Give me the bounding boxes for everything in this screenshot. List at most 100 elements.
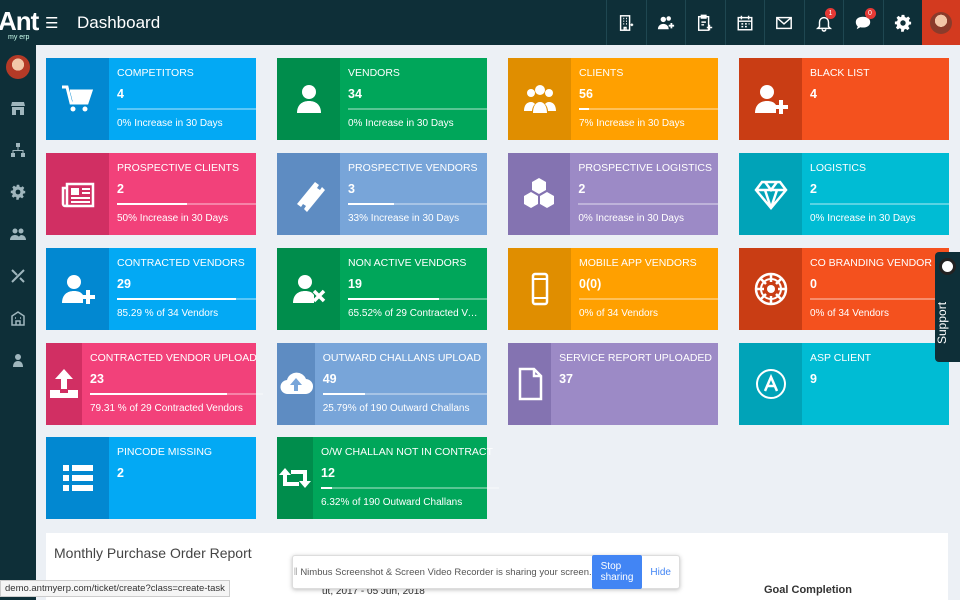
tile-body: OUTWARD CHALLANS UPLOAD 49 25.79% of 190 O… [315, 343, 487, 425]
stat-tile-contracted-vendors[interactable]: CONTRACTED VENDORS 29 85.29 % of 34 Vendor… [46, 248, 256, 330]
tile-description: 7% Increase in 30 Days [579, 118, 685, 129]
user-plus-icon [46, 248, 109, 330]
file-icon [508, 343, 552, 425]
building-icon[interactable] [0, 297, 36, 339]
store-icon[interactable] [0, 87, 36, 129]
calendar-icon[interactable] [724, 0, 765, 45]
stat-tile-prospective-logistics[interactable]: PROSPECTIVE LOGISTICS 2 0% Increase in 30 … [508, 153, 718, 235]
tile-progress-bar [579, 108, 718, 110]
page-title: Dashboard [77, 12, 161, 32]
users-plus-icon[interactable] [645, 0, 686, 45]
list-icon [46, 437, 109, 519]
mobile-icon [508, 248, 571, 330]
user-icon[interactable] [0, 339, 36, 381]
tile-title: CO BRANDING VENDOR [810, 257, 932, 269]
tile-body: CONTRACTED VENDOR UPLOAD 23 79.31 % of 29 … [82, 343, 263, 425]
tile-progress-bar [90, 393, 263, 395]
tile-title: PROSPECTIVE VENDORS [348, 162, 478, 174]
tile-title: NON ACTIVE VENDORS [348, 257, 467, 269]
report-title: Monthly Purchase Order Report [54, 545, 252, 561]
tile-progress-bar [117, 203, 256, 205]
tile-value: 2 [117, 466, 124, 480]
stat-tile-service-report-uploaded[interactable]: SERVICE REPORT UPLOADED 37 [508, 343, 718, 425]
support-tab[interactable]: Support [935, 252, 960, 362]
group-icon [508, 58, 571, 140]
stat-tile-prospective-vendors[interactable]: PROSPECTIVE VENDORS 3 33% Increase in 30 D… [277, 153, 487, 235]
tile-title: OUTWARD CHALLANS UPLOAD [322, 352, 481, 364]
stat-tile-clients[interactable]: CLIENTS 56 7% Increase in 30 Days [508, 58, 718, 140]
gear-icon[interactable] [0, 171, 36, 213]
clipboard-plus-icon[interactable] [685, 0, 725, 45]
chat-icon[interactable]: 0 [843, 0, 883, 45]
stat-tile-pincode-missing[interactable]: PINCODE MISSING 2 [46, 437, 256, 519]
tile-body: LOGISTICS 2 0% Increase in 30 Days [802, 153, 949, 235]
cubes-icon [508, 153, 571, 235]
tile-body: BLACK LIST 4 [802, 58, 949, 140]
tile-description: 79.31 % of 29 Contracted Vendors [90, 403, 243, 414]
hide-button[interactable]: Hide [650, 567, 671, 578]
screen-share-bar: ‖ Nimbus Screenshot & Screen Video Recor… [292, 555, 680, 589]
tile-progress-bar [348, 203, 487, 205]
stat-tile-mobile-app-vendors[interactable]: MOBILE APP VENDORS 0(0) 0% of 34 Vendors [508, 248, 718, 330]
app-logo[interactable]: Ant my erp [0, 0, 39, 45]
tile-body: O/W CHALLAN NOT IN CONTRACT 12 6.32% of 19… [313, 437, 499, 519]
tile-description: 0% of 34 Vendors [810, 308, 889, 319]
stat-tile-non-active-vendors[interactable]: NON ACTIVE VENDORS 19 65.52% of 29 Contrac… [277, 248, 487, 330]
retweet-icon [277, 437, 313, 519]
tile-progress-bar [117, 298, 256, 300]
tile-progress-fill [117, 298, 236, 300]
stat-tile-contracted-vendor-upload[interactable]: CONTRACTED VENDOR UPLOAD 23 79.31 % of 29 … [46, 343, 263, 425]
share-message: Nimbus Screenshot & Screen Video Recorde… [300, 566, 592, 578]
stat-tile-prospective-clients[interactable]: PROSPECTIVE CLIENTS 2 50% Increase in 30 D… [46, 153, 256, 235]
building-icon[interactable] [606, 0, 646, 45]
hamburger-menu-icon[interactable]: ☰ [45, 14, 65, 32]
mail-icon[interactable] [764, 0, 804, 45]
tile-title: SERVICE REPORT UPLOADED [559, 352, 712, 364]
user-avatar[interactable] [922, 0, 960, 45]
tile-progress-bar [117, 108, 256, 110]
tile-value: 3 [348, 182, 355, 196]
tile-title: PROSPECTIVE LOGISTICS [578, 162, 712, 174]
tile-title: CONTRACTED VENDOR UPLOAD [90, 352, 257, 364]
stat-tile-logistics[interactable]: LOGISTICS 2 0% Increase in 30 Days [739, 153, 949, 235]
stat-tile-co-branding-vendor[interactable]: CO BRANDING VENDOR 0 0% of 34 Vendors [739, 248, 949, 330]
cloud-upload-icon [277, 343, 315, 425]
tile-title: MOBILE APP VENDORS [579, 257, 697, 269]
notifications-badge: 1 [825, 8, 836, 19]
stat-tile-competitors[interactable]: COMPETITORS 4 0% Increase in 30 Days [46, 58, 256, 140]
tile-title: CLIENTS [579, 67, 624, 79]
tile-progress-fill [348, 203, 394, 205]
tile-body: COMPETITORS 4 0% Increase in 30 Days [109, 58, 256, 140]
tile-body: PINCODE MISSING 2 [109, 437, 256, 519]
tile-progress-fill [348, 298, 440, 300]
stop-sharing-button[interactable]: Stop sharing [591, 555, 643, 589]
stat-tile-black-list[interactable]: BLACK LIST 4 [739, 58, 949, 140]
support-icon [939, 258, 956, 275]
stat-tile-o-w-challan-not-in-contract[interactable]: O/W CHALLAN NOT IN CONTRACT 12 6.32% of 19… [277, 437, 499, 519]
bell-icon[interactable]: 1 [803, 0, 844, 45]
tile-title: O/W CHALLAN NOT IN CONTRACT [321, 446, 493, 458]
tile-description: 33% Increase in 30 Days [348, 213, 460, 224]
tile-progress-bar [578, 203, 718, 205]
tools-icon[interactable] [0, 255, 36, 297]
tile-description: 0% Increase in 30 Days [810, 213, 916, 224]
tile-body: PROSPECTIVE CLIENTS 2 50% Increase in 30 D… [109, 153, 256, 235]
stat-tile-outward-challans-upload[interactable]: OUTWARD CHALLANS UPLOAD 49 25.79% of 190 O… [277, 343, 487, 425]
logo-text: Ant [0, 6, 39, 36]
tile-title: COMPETITORS [117, 67, 194, 79]
sidebar-avatar[interactable] [6, 55, 30, 79]
sitemap-icon[interactable] [0, 129, 36, 171]
users-icon[interactable] [0, 213, 36, 255]
tile-progress-bar [321, 487, 499, 489]
upload-icon [46, 343, 82, 425]
drag-handle-icon[interactable]: ‖ [293, 567, 298, 578]
tile-title: LOGISTICS [810, 162, 867, 174]
avatar-image [930, 11, 952, 34]
stat-tile-vendors[interactable]: VENDORS 34 0% Increase in 30 Days [277, 58, 487, 140]
tile-progress-bar [810, 298, 949, 300]
tile-description: 6.32% of 190 Outward Challans [321, 497, 463, 508]
gear-icon[interactable] [882, 0, 923, 45]
tile-value: 0(0) [579, 277, 602, 291]
stat-tile-asp-client[interactable]: ASP CLIENT 9 [739, 343, 949, 425]
tile-progress-fill [90, 393, 228, 395]
